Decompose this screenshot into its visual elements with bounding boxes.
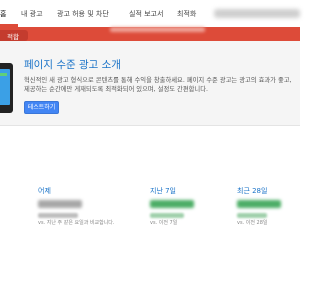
promo-description-line: 제공하는 순간에만 게재되도록 최적화되어 있으며, 설정도 간편합니다.	[24, 86, 209, 93]
promo-description: 혁신적인 새 광고 형식으로 콘텐츠를 통해 수익을 창출하세요. 페이지 수준…	[24, 76, 292, 94]
notification-text-redacted	[110, 27, 205, 32]
stat-label-last-28-days: 최근 28일	[237, 187, 268, 195]
stat-value-7days-redacted	[150, 200, 194, 208]
nav-tab-optimization[interactable]: 최적화	[177, 9, 196, 19]
stat-label-yesterday: 어제	[38, 187, 51, 195]
nav-tab-performance-reports[interactable]: 실적 보고서	[129, 9, 163, 19]
stat-change-yesterday-redacted	[38, 213, 78, 218]
test-button[interactable]: 테스트하기	[24, 101, 59, 114]
nav-tab-my-ads[interactable]: 내 광고	[21, 9, 43, 19]
stat-value-28days-redacted	[237, 200, 281, 208]
stat-change-28days-redacted	[237, 213, 267, 218]
stat-compare-28days: vs. 이전 28일	[237, 220, 268, 226]
notification-badge-label: 적합	[7, 33, 19, 41]
account-info-redacted	[214, 9, 300, 18]
promo-title: 페이지 수준 광고 소개	[24, 59, 121, 71]
stat-label-last-7-days: 지난 7일	[150, 187, 176, 195]
nav-tab-allow-block-ads[interactable]: 광고 허용 및 차단	[57, 9, 109, 19]
phone-illustration-icon	[0, 63, 13, 113]
stat-value-yesterday-redacted	[38, 200, 82, 208]
stat-compare-yesterday: vs. 지난 주 같은 요일과 비교합니다.	[38, 220, 115, 226]
notification-badge[interactable]: 적합	[0, 30, 28, 41]
promo-description-line: 혁신적인 새 광고 형식으로 콘텐츠를 통해 수익을 창출하세요. 페이지 수준…	[24, 77, 292, 84]
stat-compare-7days: vs. 이전 7일	[150, 220, 178, 226]
top-nav: 홈 내 광고 광고 허용 및 차단 실적 보고서 최적화	[0, 0, 300, 27]
nav-tab-home[interactable]: 홈	[0, 9, 6, 19]
stat-change-7days-redacted	[150, 213, 184, 218]
